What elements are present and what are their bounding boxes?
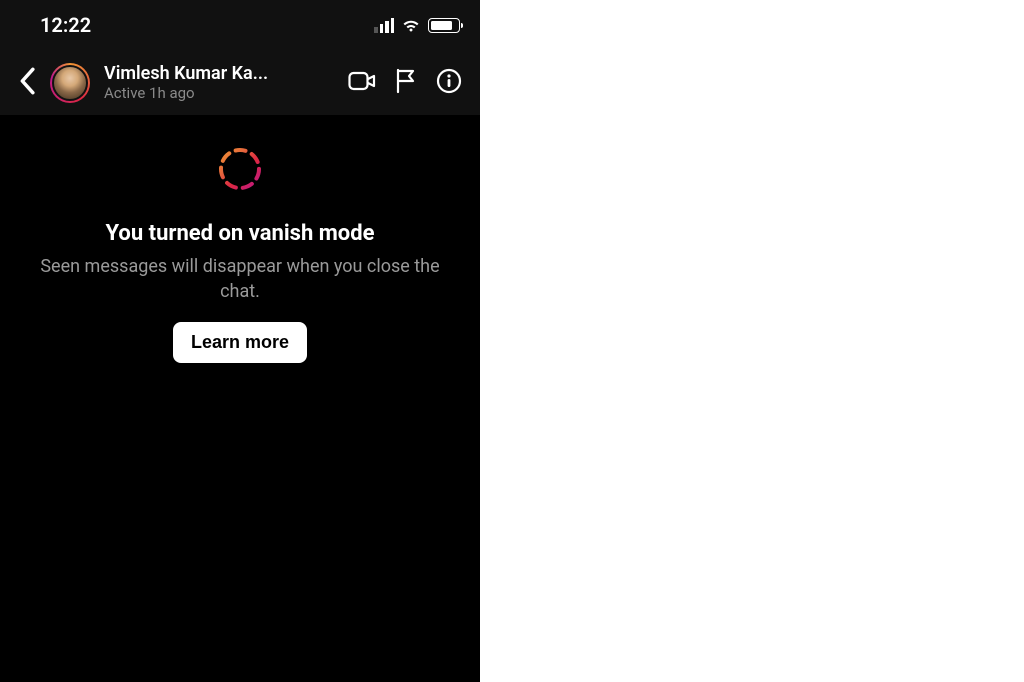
- learn-more-button[interactable]: Learn more: [173, 322, 307, 363]
- video-call-icon[interactable]: [348, 70, 376, 96]
- user-name: Vimlesh Kumar Ka...: [104, 63, 334, 84]
- user-status: Active 1h ago: [104, 84, 334, 102]
- phone-screen: 12:22: [0, 0, 480, 682]
- status-time: 12:22: [40, 13, 91, 37]
- vanish-mode-panel: You turned on vanish mode Seen messages …: [0, 115, 480, 682]
- wifi-icon: [401, 18, 421, 33]
- status-bar: 12:22: [0, 0, 480, 50]
- avatar[interactable]: [50, 63, 90, 103]
- chat-header: Vimlesh Kumar Ka... Active 1h ago: [0, 50, 480, 115]
- status-icons: [374, 18, 460, 33]
- info-icon[interactable]: [436, 68, 462, 98]
- user-info[interactable]: Vimlesh Kumar Ka... Active 1h ago: [104, 63, 334, 102]
- battery-icon: [428, 18, 460, 33]
- back-button[interactable]: [18, 67, 36, 99]
- vanish-subtitle: Seen messages will disappear when you cl…: [20, 254, 460, 304]
- blank-area: [480, 0, 1024, 682]
- header-actions: [348, 68, 462, 98]
- flag-icon[interactable]: [394, 68, 418, 98]
- vanish-ring-icon: [216, 145, 264, 193]
- vanish-title: You turned on vanish mode: [106, 221, 375, 246]
- cellular-signal-icon: [374, 18, 394, 33]
